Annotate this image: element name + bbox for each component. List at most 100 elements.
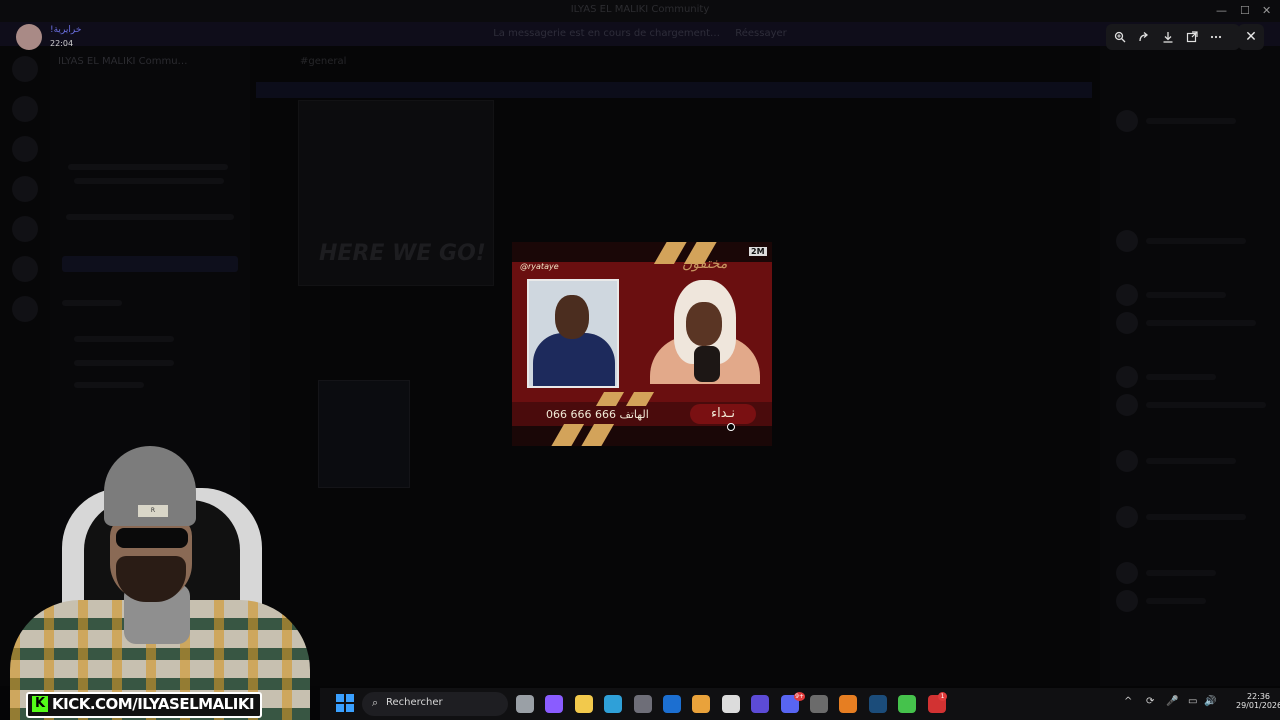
window-close-button[interactable]: ✕ [1262,4,1271,17]
missing-person-photo [527,279,619,388]
server-icon[interactable] [12,176,38,202]
image-top-band [512,242,772,262]
window-title: ILYAS EL MALIKI Community [570,4,710,15]
channel-line [68,164,228,170]
member-avatar[interactable] [1116,110,1138,132]
member-avatar[interactable] [1116,450,1138,472]
task-view-icon[interactable] [516,695,534,713]
server-name[interactable]: ILYAS EL MALIKI Commu… [58,56,188,67]
notice-text: La messagerie est en cours de chargement… [0,28,1280,39]
game-app-icon[interactable] [751,695,770,713]
notice-button[interactable]: Réessayer [735,28,787,39]
channel-line [62,300,122,306]
member-avatar[interactable] [1116,394,1138,416]
member-name [1146,570,1216,576]
member-name [1146,238,1246,244]
member-avatar[interactable] [1116,284,1138,306]
notice-bar: La messagerie est en cours de chargement… [0,22,1280,46]
chrome-icon[interactable] [692,695,711,713]
search-icon: ⌕ [372,696,379,709]
microphone-icon[interactable]: 🎤 [1166,696,1178,707]
zoom-in-icon[interactable] [1109,26,1131,48]
appeal-label: نـداء [690,404,756,424]
image-watermark: @ryataye [520,262,559,271]
uploader-name[interactable]: !خرايرية [50,25,81,35]
uploader-avatar[interactable] [16,24,42,50]
channel-line [74,336,174,342]
steam-icon[interactable] [868,695,887,713]
kick-logo-icon: K [32,696,48,712]
tray-overflow-icon[interactable]: ^ [1124,696,1132,707]
more-icon[interactable] [1205,26,1227,48]
taskbar-search[interactable]: ⌕ Rechercher [362,692,508,716]
notice-message: La messagerie est en cours de chargement… [493,28,721,39]
server-icon[interactable] [12,216,38,242]
maximize-button[interactable]: ☐ [1240,4,1250,17]
discord-badge: 9+ [794,692,805,701]
channel-line [66,214,234,220]
portrait-face [686,302,722,346]
server-icon[interactable] [12,296,38,322]
member-name [1146,320,1256,326]
copilot-icon[interactable] [545,695,564,713]
capcut-icon[interactable] [721,695,740,713]
member-avatar[interactable] [1116,312,1138,334]
channel-logo: 2M [749,247,767,256]
volume-icon[interactable]: 🔊 [1204,696,1216,707]
here-we-go-text: HERE WE GO! [319,241,486,266]
member-avatar[interactable] [1116,230,1138,252]
chat-channel-title: #general [300,56,347,67]
member-name [1146,292,1226,298]
tv-screenshot-image[interactable]: @ryataye 2M مختفون 066 666 666 الهاتف نـ… [512,242,772,446]
member-name [1146,598,1206,604]
server-rail [0,46,50,686]
member-name [1146,514,1246,520]
windows-start-icon[interactable] [336,694,354,712]
member-name [1146,118,1236,124]
app-a-icon[interactable] [839,695,858,713]
channel-line [74,382,144,388]
outlook-icon[interactable] [663,695,681,713]
play-app-icon[interactable] [898,695,917,713]
minimize-button[interactable]: — [1216,4,1227,17]
edge-icon[interactable] [604,695,623,713]
chat-banner [256,82,1092,98]
taskbar-clock[interactable]: 22:36 29/01/2026 [1236,692,1280,710]
search-placeholder: Rechercher [386,697,443,708]
beanie-label: R [138,505,168,517]
channel-line [74,178,224,184]
file-explorer-icon[interactable] [574,695,593,713]
store-icon[interactable] [633,695,652,713]
obs-icon[interactable] [810,695,828,713]
portrait-microphone [694,346,720,382]
upload-time: 22:04 [50,39,74,48]
forward-icon[interactable] [1133,26,1155,48]
server-icon[interactable] [12,96,38,122]
here-we-go-image[interactable]: HERE WE GO! [298,100,494,286]
sunglasses [116,528,188,548]
photo-face [555,295,589,339]
clock-date: 29/01/2026 [1236,701,1280,710]
network-icon[interactable]: ▭ [1188,696,1197,707]
open-external-icon[interactable] [1181,26,1203,48]
mouse-cursor-icon [727,423,735,431]
member-avatar[interactable] [1116,562,1138,584]
channel-line [74,360,174,366]
server-icon[interactable] [12,56,38,82]
member-name [1146,402,1266,408]
photo-coat [533,333,615,386]
viewer-close-button[interactable]: ✕ [1238,24,1264,50]
window-titlebar: ILYAS EL MALIKI Community — ☐ ✕ [0,0,1280,22]
sync-icon[interactable]: ⟳ [1146,696,1154,707]
server-icon[interactable] [12,256,38,282]
ghost-image [318,380,410,488]
server-icon[interactable] [12,136,38,162]
channel-button[interactable] [62,256,238,272]
member-name [1146,374,1216,380]
member-avatar[interactable] [1116,590,1138,612]
member-name [1146,458,1236,464]
member-avatar[interactable] [1116,366,1138,388]
member-avatar[interactable] [1116,506,1138,528]
viewer-toolbar [1106,24,1240,50]
download-icon[interactable] [1157,26,1179,48]
